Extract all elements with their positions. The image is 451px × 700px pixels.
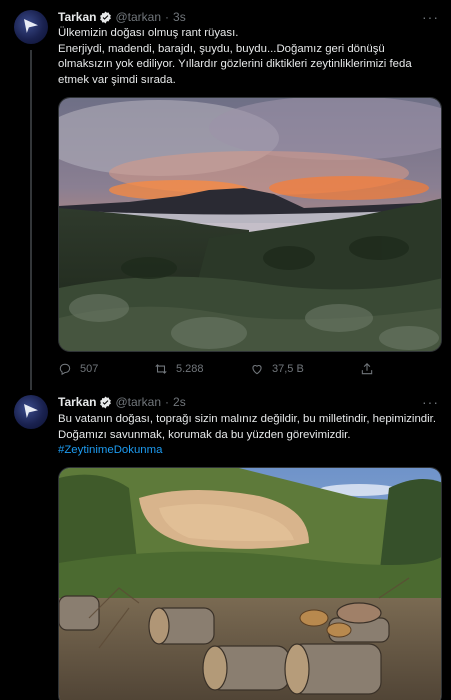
tweet-actions: 507 5.288 37,5 B xyxy=(58,362,442,376)
tweet-header: Tarkan @tarkan · 3s xyxy=(58,10,186,24)
tweet-text: Ülkemizin doğası olmuş rant rüyası. Ener… xyxy=(58,26,442,88)
tweet-header: Tarkan @tarkan · 2s xyxy=(58,395,186,409)
retweet-button[interactable]: 5.288 xyxy=(154,362,250,376)
tweet-photo[interactable] xyxy=(58,467,442,700)
tweet-2[interactable]: Tarkan @tarkan · 2s ··· Bu vatanın doğas… xyxy=(0,390,451,700)
reply-button[interactable]: 507 xyxy=(58,362,154,376)
author-handle[interactable]: @tarkan xyxy=(115,10,161,24)
thread-connector xyxy=(30,50,32,390)
tweet-time[interactable]: 2s xyxy=(173,395,186,409)
reply-icon xyxy=(59,363,71,376)
tweet-text-line: Ülkemizin doğası olmuş rant rüyası. xyxy=(58,27,239,39)
separator: · xyxy=(165,395,170,409)
like-button[interactable]: 37,5 B xyxy=(250,362,360,376)
more-options-icon[interactable]: ··· xyxy=(422,394,439,410)
retweet-count: 5.288 xyxy=(176,363,204,375)
avatar[interactable] xyxy=(14,395,48,429)
reply-count: 507 xyxy=(80,363,99,375)
like-count: 37,5 B xyxy=(272,363,304,375)
author-handle[interactable]: @tarkan xyxy=(115,395,161,409)
verified-badge-icon xyxy=(100,396,112,408)
tweet-photo[interactable] xyxy=(58,97,442,352)
tweet-time[interactable]: 3s xyxy=(173,10,186,24)
separator: · xyxy=(165,10,170,24)
author-name[interactable]: Tarkan xyxy=(58,10,96,24)
share-button[interactable] xyxy=(360,362,382,376)
avatar[interactable] xyxy=(14,10,48,44)
retweet-icon xyxy=(155,364,167,374)
tweet-text-line: Doğamızı savunmak, korumak da bu yüzden … xyxy=(58,428,351,441)
heart-icon xyxy=(252,365,262,375)
cut-trees-photo-image xyxy=(59,468,441,700)
tweet-text-line: Enerjiydi, madendi, barajdı, şuydu, buyd… xyxy=(58,42,412,86)
tweet-text-line: Bu vatanın doğası, toprağı sizin malınız… xyxy=(58,413,436,425)
hashtag-link[interactable]: #ZeytinimeDokunma xyxy=(58,444,162,456)
more-options-icon[interactable]: ··· xyxy=(422,9,439,25)
verified-badge-icon xyxy=(100,11,112,23)
landscape-photo-image xyxy=(59,98,441,351)
tweet-1[interactable]: Tarkan @tarkan · 3s ··· Ülkemizin doğası… xyxy=(0,0,451,390)
share-icon xyxy=(361,363,373,375)
author-name[interactable]: Tarkan xyxy=(58,395,96,409)
tweet-text: Bu vatanın doğası, toprağı sizin malınız… xyxy=(58,412,442,459)
